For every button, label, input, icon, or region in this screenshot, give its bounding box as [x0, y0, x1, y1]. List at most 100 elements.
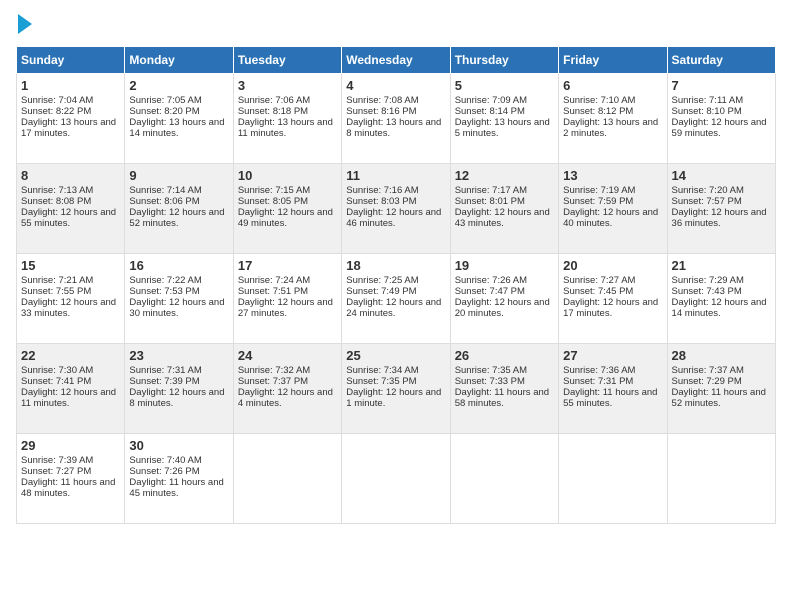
day-number: 1 [21, 78, 120, 93]
daylight-label: Daylight: 11 hours and 48 minutes. [21, 477, 115, 499]
sunrise-label: Sunrise: 7:20 AM [672, 185, 744, 196]
daylight-label: Daylight: 13 hours and 17 minutes. [21, 117, 116, 139]
calendar-row: 22 Sunrise: 7:30 AMSunset: 7:41 PM Dayligh… [17, 344, 776, 434]
daylight-label: Daylight: 11 hours and 45 minutes. [129, 477, 223, 499]
sunset-label: Sunset: 8:18 PM [238, 106, 308, 117]
sunrise-label: Sunrise: 7:36 AM [563, 365, 635, 376]
sunset-label: Sunset: 8:12 PM [563, 106, 633, 117]
sunrise-label: Sunrise: 7:09 AM [455, 95, 527, 106]
sunset-label: Sunset: 7:59 PM [563, 196, 633, 207]
table-row: 8 Sunrise: 7:13 AMSunset: 8:08 PMDaylight… [17, 164, 125, 254]
sunset-label: Sunset: 7:51 PM [238, 286, 308, 297]
sunset-label: Sunset: 8:03 PM [346, 196, 416, 207]
daylight-label: Daylight: 13 hours and 11 minutes. [238, 117, 333, 139]
day-number: 22 [21, 348, 120, 363]
sunset-label: Sunset: 7:41 PM [21, 376, 91, 387]
sunrise-label: Sunrise: 7:40 AM [129, 455, 201, 466]
sunset-label: Sunset: 8:16 PM [346, 106, 416, 117]
sunset-label: Sunset: 8:14 PM [455, 106, 525, 117]
col-tuesday: Tuesday [233, 47, 341, 74]
sunset-label: Sunset: 8:10 PM [672, 106, 742, 117]
day-number: 23 [129, 348, 228, 363]
sunset-label: Sunset: 7:37 PM [238, 376, 308, 387]
sunrise-label: Sunrise: 7:04 AM [21, 95, 93, 106]
day-number: 7 [672, 78, 771, 93]
table-row: 25Sunrise: 7:34 AMSunset: 7:35 PMDayligh… [342, 344, 450, 434]
day-number: 21 [672, 258, 771, 273]
daylight-label: Daylight: 12 hours and 24 minutes. [346, 297, 441, 319]
sunrise-label: Sunrise: 7:24 AM [238, 275, 310, 286]
day-number: 15 [21, 258, 120, 273]
daylight-label: Daylight: 12 hours and 55 minutes. [21, 207, 116, 229]
calendar-row: 8Sunrise: 7:13 AMSunset: 8:08 PMDaylight… [17, 164, 776, 254]
sunset-label: Sunset: 7:33 PM [455, 376, 525, 387]
col-saturday: Saturday [667, 47, 775, 74]
day-number: 8 [21, 168, 120, 183]
table-row: 15Sunrise: 7:21 AMSunset: 7:55 PMDayligh… [17, 254, 125, 344]
table-row: 9Sunrise: 7:14 AMSunset: 8:06 PMDaylight… [125, 164, 233, 254]
day-number: 3 [238, 78, 337, 93]
table-row: 4Sunrise: 7:08 AMSunset: 8:16 PMDaylight… [342, 74, 450, 164]
day-number: 11 [346, 168, 445, 183]
calendar-row: 1Sunrise: 7:04 AMSunset: 8:22 PMDaylight… [17, 74, 776, 164]
day-number: 18 [346, 258, 445, 273]
table-row: 2Sunrise: 7:05 AMSunset: 8:20 PMDaylight… [125, 74, 233, 164]
table-row: 24Sunrise: 7:32 AMSunset: 7:37 PMDayligh… [233, 344, 341, 434]
sunrise-label: Sunrise: 7:17 AM [455, 185, 527, 196]
day-number: 25 [346, 348, 445, 363]
sunrise-label: Sunrise: 7:16 AM [346, 185, 418, 196]
table-row: 16Sunrise: 7:22 AMSunset: 7:53 PMDayligh… [125, 254, 233, 344]
day-number: 24 [238, 348, 337, 363]
sunset-label: Sunset: 8:08 PM [21, 196, 91, 207]
sunrise-label: Sunrise: 7:15 AM [238, 185, 310, 196]
sunset-label: Sunset: 7:27 PM [21, 466, 91, 477]
header-row: Sunday Monday Tuesday Wednesday Thursday… [17, 47, 776, 74]
calendar-row: 15Sunrise: 7:21 AMSunset: 7:55 PMDayligh… [17, 254, 776, 344]
sunrise-label: Sunrise: 7:13 AM [21, 185, 93, 196]
table-row [667, 434, 775, 524]
daylight-label: Daylight: 12 hours and 27 minutes. [238, 297, 333, 319]
table-row: 27Sunrise: 7:36 AMSunset: 7:31 PMDayligh… [559, 344, 667, 434]
day-number: 5 [455, 78, 554, 93]
sunrise-label: Sunrise: 7:06 AM [238, 95, 310, 106]
daylight-label: Daylight: 12 hours and 20 minutes. [455, 297, 550, 319]
table-row: 6 Sunrise: 7:10 AMSunset: 8:12 PMDaylight… [559, 74, 667, 164]
sunset-label: Sunset: 7:45 PM [563, 286, 633, 297]
daylight-label: Daylight: 12 hours and 33 minutes. [21, 297, 116, 319]
sunrise-label: Sunrise: 7:19 AM [563, 185, 635, 196]
table-row: 28Sunrise: 7:37 AMSunset: 7:29 PMDayligh… [667, 344, 775, 434]
table-row: 19Sunrise: 7:26 AMSunset: 7:47 PMDayligh… [450, 254, 558, 344]
calendar-row: 29Sunrise: 7:39 AMSunset: 7:27 PMDayligh… [17, 434, 776, 524]
sunrise-label: Sunrise: 7:14 AM [129, 185, 201, 196]
day-number: 6 [563, 78, 662, 93]
day-number: 12 [455, 168, 554, 183]
calendar-table: Sunday Monday Tuesday Wednesday Thursday… [16, 46, 776, 524]
day-number: 20 [563, 258, 662, 273]
table-row: 21Sunrise: 7:29 AMSunset: 7:43 PMDayligh… [667, 254, 775, 344]
table-row: 23Sunrise: 7:31 AMSunset: 7:39 PMDayligh… [125, 344, 233, 434]
sunset-label: Sunset: 7:43 PM [672, 286, 742, 297]
sunrise-label: Sunrise: 7:32 AM [238, 365, 310, 376]
daylight-label: Daylight: 11 hours and 58 minutes. [455, 387, 549, 409]
sunrise-label: Sunrise: 7:31 AM [129, 365, 201, 376]
daylight-label: Daylight: 11 hours and 52 minutes. [672, 387, 766, 409]
sunset-label: Sunset: 7:35 PM [346, 376, 416, 387]
day-number: 26 [455, 348, 554, 363]
table-row: 5Sunrise: 7:09 AMSunset: 8:14 PMDaylight… [450, 74, 558, 164]
day-number: 29 [21, 438, 120, 453]
sunset-label: Sunset: 8:06 PM [129, 196, 199, 207]
sunrise-label: Sunrise: 7:10 AM [563, 95, 635, 106]
day-number: 16 [129, 258, 228, 273]
daylight-label: Daylight: 12 hours and 17 minutes. [563, 297, 658, 319]
sunrise-label: Sunrise: 7:30 AM [21, 365, 93, 376]
table-row [450, 434, 558, 524]
table-row: 30Sunrise: 7:40 AMSunset: 7:26 PMDayligh… [125, 434, 233, 524]
table-row [233, 434, 341, 524]
daylight-label: Daylight: 13 hours and 2 minutes. [563, 117, 658, 139]
sunset-label: Sunset: 7:57 PM [672, 196, 742, 207]
table-row: 17Sunrise: 7:24 AMSunset: 7:51 PMDayligh… [233, 254, 341, 344]
col-sunday: Sunday [17, 47, 125, 74]
day-number: 19 [455, 258, 554, 273]
table-row: 11Sunrise: 7:16 AMSunset: 8:03 PMDayligh… [342, 164, 450, 254]
daylight-label: Daylight: 12 hours and 49 minutes. [238, 207, 333, 229]
